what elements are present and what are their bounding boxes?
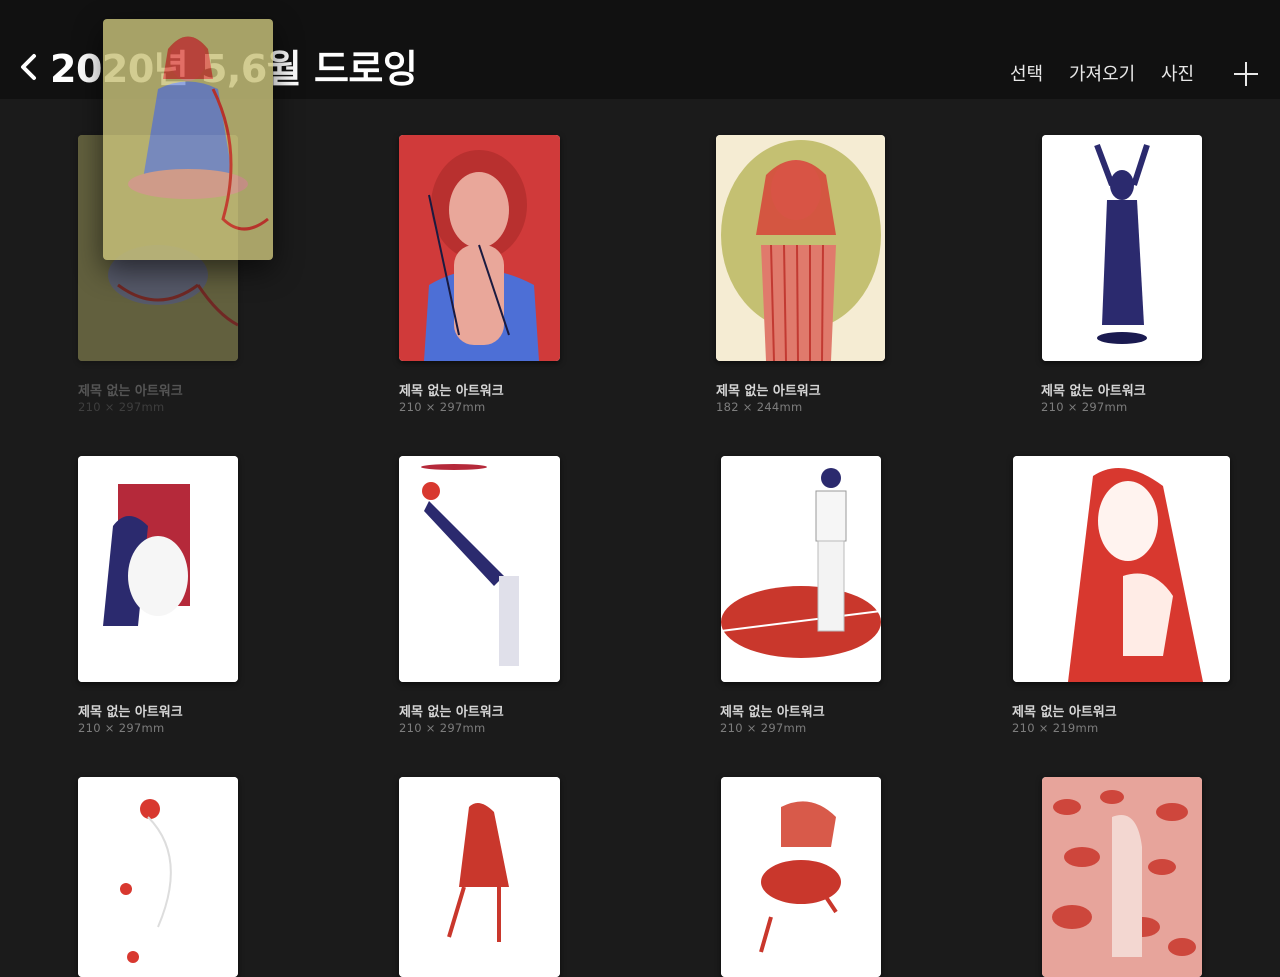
artwork-title: 제목 없는 아트워크	[1041, 384, 1146, 399]
plus-icon[interactable]	[1232, 60, 1260, 88]
artwork-size: 210 × 297mm	[1041, 400, 1128, 414]
artwork-title: 제목 없는 아트워크	[78, 705, 183, 720]
artwork-thumbnail[interactable]	[399, 777, 560, 977]
artwork-title: 제목 없는 아트워크	[720, 705, 825, 720]
artwork-thumbnail[interactable]	[78, 777, 238, 977]
photo-button[interactable]: 사진	[1161, 60, 1194, 86]
artwork-title: 제목 없는 아트워크	[78, 384, 183, 399]
artwork-size: 210 × 297mm	[720, 721, 807, 735]
select-button[interactable]: 선택	[1010, 60, 1043, 86]
artwork-title: 제목 없는 아트워크	[399, 705, 504, 720]
artwork-thumbnail[interactable]	[399, 456, 560, 682]
artwork-size: 182 × 244mm	[716, 400, 803, 414]
artwork-size: 210 × 297mm	[399, 721, 486, 735]
dragged-artwork-preview[interactable]	[103, 19, 273, 260]
artwork-title: 제목 없는 아트워크	[1012, 705, 1117, 720]
artwork-size: 210 × 297mm	[78, 400, 165, 414]
artwork-title: 제목 없는 아트워크	[716, 384, 821, 399]
artwork-thumbnail[interactable]	[716, 135, 885, 361]
artwork-thumbnail[interactable]	[721, 456, 881, 682]
artwork-thumbnail[interactable]	[1042, 135, 1202, 361]
artwork-thumbnail[interactable]	[78, 456, 238, 682]
artwork-thumbnail[interactable]	[1042, 777, 1202, 977]
artwork-size: 210 × 219mm	[1012, 721, 1099, 735]
artwork-thumbnail[interactable]	[721, 777, 881, 977]
artwork-thumbnail[interactable]	[399, 135, 560, 361]
chevron-left-icon[interactable]	[18, 50, 40, 84]
artwork-size: 210 × 297mm	[78, 721, 165, 735]
artwork-thumbnail[interactable]	[1013, 456, 1230, 682]
artwork-size: 210 × 297mm	[399, 400, 486, 414]
import-button[interactable]: 가져오기	[1069, 60, 1135, 86]
artwork-title: 제목 없는 아트워크	[399, 384, 504, 399]
